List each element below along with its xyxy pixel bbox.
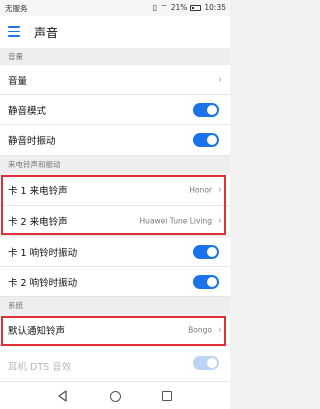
row-label: 耳机 DTS 音效 — [8, 362, 72, 373]
sim1-vibrate-toggle[interactable] — [193, 245, 219, 259]
sim2-vibrate-toggle[interactable] — [193, 274, 219, 289]
row-label: 卡 2 响铃时振动 — [8, 277, 78, 289]
silent-mode-row: 静音模式 — [0, 95, 230, 125]
section-title: 音量 — [8, 52, 23, 61]
silent-vibrate-row: 静音时振动 — [0, 125, 230, 156]
sim1-vibrate-row: 卡 1 响铃时振动 — [0, 238, 230, 267]
dts-toggle[interactable] — [193, 356, 219, 370]
back-icon[interactable] — [56, 389, 70, 403]
wifi-icon: ⌔ — [160, 3, 168, 12]
home-icon[interactable] — [108, 389, 122, 403]
volume-row[interactable]: 音量 › — [0, 65, 230, 95]
battery-percent: 21% — [170, 3, 188, 12]
sim2-vibrate-row: 卡 2 响铃时振动 — [0, 267, 230, 297]
row-label: 音量 — [8, 75, 28, 87]
battery-icon — [190, 4, 202, 11]
highlight-box — [1, 175, 226, 235]
vibrate-icon: ▯ — [152, 3, 158, 12]
hamburger-menu-icon[interactable] — [8, 26, 20, 37]
chevron-right-icon: › — [218, 74, 222, 85]
silent-mode-toggle[interactable] — [193, 102, 219, 117]
row-label: 静音模式 — [8, 105, 47, 117]
row-label: 静音时振动 — [8, 136, 56, 147]
section-title: 系统 — [8, 301, 23, 310]
section-header-ringtone: 来电铃声和振动 — [0, 156, 230, 173]
clock: 10:35 — [204, 3, 226, 12]
dts-row: 耳机 DTS 音效 — [0, 347, 230, 381]
status-bar: 无服务 ▯ ⌔ 21% 10:35 — [0, 0, 230, 16]
highlight-box — [1, 316, 226, 346]
navigation-bar — [0, 381, 230, 409]
row-label: 卡 1 响铃时振动 — [8, 248, 78, 259]
section-header-system: 系统 — [0, 297, 230, 314]
app-bar: 声音 — [0, 16, 230, 48]
carrier-text: 无服务 — [5, 4, 28, 13]
page-title: 声音 — [34, 26, 59, 40]
recent-apps-icon[interactable] — [160, 389, 174, 403]
silent-vibrate-toggle[interactable] — [193, 133, 219, 147]
section-title: 来电铃声和振动 — [8, 160, 61, 169]
section-header-volume: 音量 — [0, 48, 230, 65]
status-icons: ▯ ⌔ 21% 10:35 — [153, 2, 226, 13]
